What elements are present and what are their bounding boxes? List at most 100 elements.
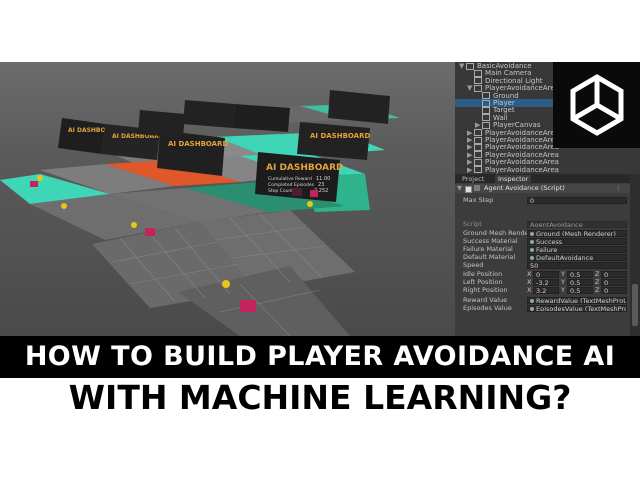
component-header[interactable]: ▼ Agent Avoidance (Script) ⋮: [455, 184, 640, 193]
max-step-label: Max Step: [463, 196, 494, 204]
inspector-row-field[interactable]: Ground (Mesh Renderer): [527, 229, 627, 237]
axis-z-label: Z: [595, 286, 600, 294]
asset-icon: [530, 231, 534, 236]
inspector-panel[interactable]: Project Inspector ▼ Agent Avoidance (Scr…: [455, 174, 640, 336]
script-icon: [474, 185, 480, 191]
target-ball-3: [131, 222, 137, 228]
tab-project[interactable]: Project: [459, 175, 487, 183]
axis-z-field[interactable]: 0: [601, 286, 627, 294]
position-row: Idle Position X 0 Y 0.5 Z 0: [455, 270, 640, 278]
gameobject-icon: [474, 166, 482, 174]
max-step-field[interactable]: 0: [527, 196, 627, 204]
position-label: Idle Position: [463, 270, 503, 278]
bottom-white-band: [0, 418, 640, 480]
player-cube-1: [30, 181, 38, 187]
position-row: Left Position X -3.2 Y 0.5 Z 0: [455, 278, 640, 286]
inspector-row-field[interactable]: DefaultAvoidance: [527, 253, 627, 261]
scene-render: AI DASHBOARD AI DASHBOARD AI DASHBOARD A…: [0, 90, 400, 336]
axis-z-field[interactable]: 0: [601, 270, 627, 278]
value-row-value: RewardValue (TextMeshProUG: [536, 296, 627, 304]
inspector-row: Speed 50: [455, 261, 640, 269]
unity-logo-icon: [570, 74, 624, 136]
inspector-row-label: Failure Material: [463, 245, 513, 253]
axis-y-label: Y: [561, 286, 565, 294]
script-label: Script: [463, 220, 482, 228]
target-ball-4: [222, 280, 230, 288]
top-white-band: [0, 0, 640, 62]
inspector-row-label: Default Material: [463, 253, 516, 261]
script-row: Script AgentAvoidance: [455, 220, 640, 228]
inspector-row-label: Success Material: [463, 237, 518, 245]
axis-x-label: X: [527, 270, 532, 278]
dash-label-reward: Cumulative Reward: [268, 176, 312, 182]
player-cube-2: [145, 228, 155, 236]
component-menu-icon[interactable]: ⋮: [615, 184, 622, 193]
inspector-row-field[interactable]: Success: [527, 237, 627, 245]
scene-viewport[interactable]: AI DASHBOARD AI DASHBOARD AI DASHBOARD A…: [0, 62, 455, 336]
dashboard-3-title: AI DASHBOARD: [168, 140, 228, 148]
foldout-arrow-icon[interactable]: ▶: [467, 166, 474, 174]
unity-logo: [553, 62, 640, 148]
wall-cube-1: [292, 188, 302, 196]
axis-z-label: Z: [595, 270, 600, 278]
inspector-row-value: DefaultAvoidance: [536, 253, 594, 261]
inspector-row-value: Ground (Mesh Renderer): [536, 229, 616, 237]
asset-icon: [530, 247, 534, 252]
inspector-row-field[interactable]: Failure: [527, 245, 627, 253]
axis-x-field[interactable]: 3.2: [533, 286, 559, 294]
tab-inspector[interactable]: Inspector: [495, 175, 532, 183]
position-label: Left Position: [463, 278, 503, 286]
inspector-row-value: Success: [536, 237, 563, 245]
axis-z-label: Z: [595, 278, 600, 286]
enable-checkbox[interactable]: [465, 186, 472, 193]
position-label: Right Position: [463, 286, 508, 294]
dashboard-5-title: AI DASHBOARD: [310, 132, 370, 140]
scrollbar-thumb[interactable]: [632, 284, 638, 326]
value-row-field[interactable]: EpisodesValue (TextMeshProU: [527, 304, 627, 312]
value-row: Episodes Value EpisodesValue (TextMeshPro…: [455, 304, 640, 312]
inspector-row: Ground Mesh Rendere Ground (Mesh Renderer…: [455, 229, 640, 237]
axis-y-label: Y: [561, 278, 565, 286]
axis-z-field[interactable]: 0: [601, 278, 627, 286]
axis-y-field[interactable]: 0.5: [567, 270, 593, 278]
hierarchy-item-label: PlayerAvoidanceArea: [485, 165, 559, 174]
target-ball-2: [61, 203, 67, 209]
position-row: Right Position X 3.2 Y 0.5 Z 0: [455, 286, 640, 294]
dash-label-steps: Step Count: [268, 188, 293, 194]
axis-x-field[interactable]: -3.2: [533, 278, 559, 286]
panel-tabbar: Project Inspector: [455, 174, 640, 183]
value-row-value: EpisodesValue (TextMeshProU: [536, 304, 627, 312]
dashboard-5: AI DASHBOARD: [297, 122, 370, 160]
value-row-field[interactable]: RewardValue (TextMeshProUG: [527, 296, 627, 304]
axis-x-label: X: [527, 286, 532, 294]
inspector-row: Success Material Success: [455, 237, 640, 245]
value-row-label: Episodes Value: [463, 304, 512, 312]
axis-y-field[interactable]: 0.5: [567, 286, 593, 294]
asset-icon: [530, 239, 534, 244]
inspector-row: Default Material DefaultAvoidance: [455, 253, 640, 261]
inspector-row: Failure Material Failure: [455, 245, 640, 253]
dash-label-episodes: Completed Episodes: [268, 182, 315, 188]
object-icon: [530, 306, 534, 311]
inspector-row-value: 50: [530, 261, 539, 269]
axis-y-label: Y: [561, 270, 565, 278]
axis-y-field[interactable]: 0.5: [567, 278, 593, 286]
component-title: Agent Avoidance (Script): [484, 184, 565, 192]
axis-x-label: X: [527, 278, 532, 286]
value-row: Reward Value RewardValue (TextMeshProUG: [455, 296, 640, 304]
axis-x-field[interactable]: 0: [533, 270, 559, 278]
inspector-row-field[interactable]: 50: [527, 261, 627, 269]
script-field: AgentAvoidance: [527, 220, 627, 228]
target-ball-5: [307, 201, 313, 207]
max-step-row: Max Step 0: [455, 196, 640, 204]
target-ball-1: [37, 175, 43, 181]
inspector-row-label: Speed: [463, 261, 484, 269]
foldout-arrow-icon[interactable]: ▼: [457, 184, 462, 193]
inspector-row-label: Ground Mesh Rendere: [463, 229, 536, 237]
hierarchy-item[interactable]: ▶ PlayerAvoidanceArea: [455, 166, 559, 174]
dashboard-4-title: AI DASHBOARD: [266, 163, 344, 173]
inspector-scrollbar[interactable]: [630, 174, 640, 336]
inspector-row-value: Failure: [536, 245, 558, 253]
player-cube-4: [310, 190, 318, 197]
player-cube-3: [240, 300, 256, 312]
